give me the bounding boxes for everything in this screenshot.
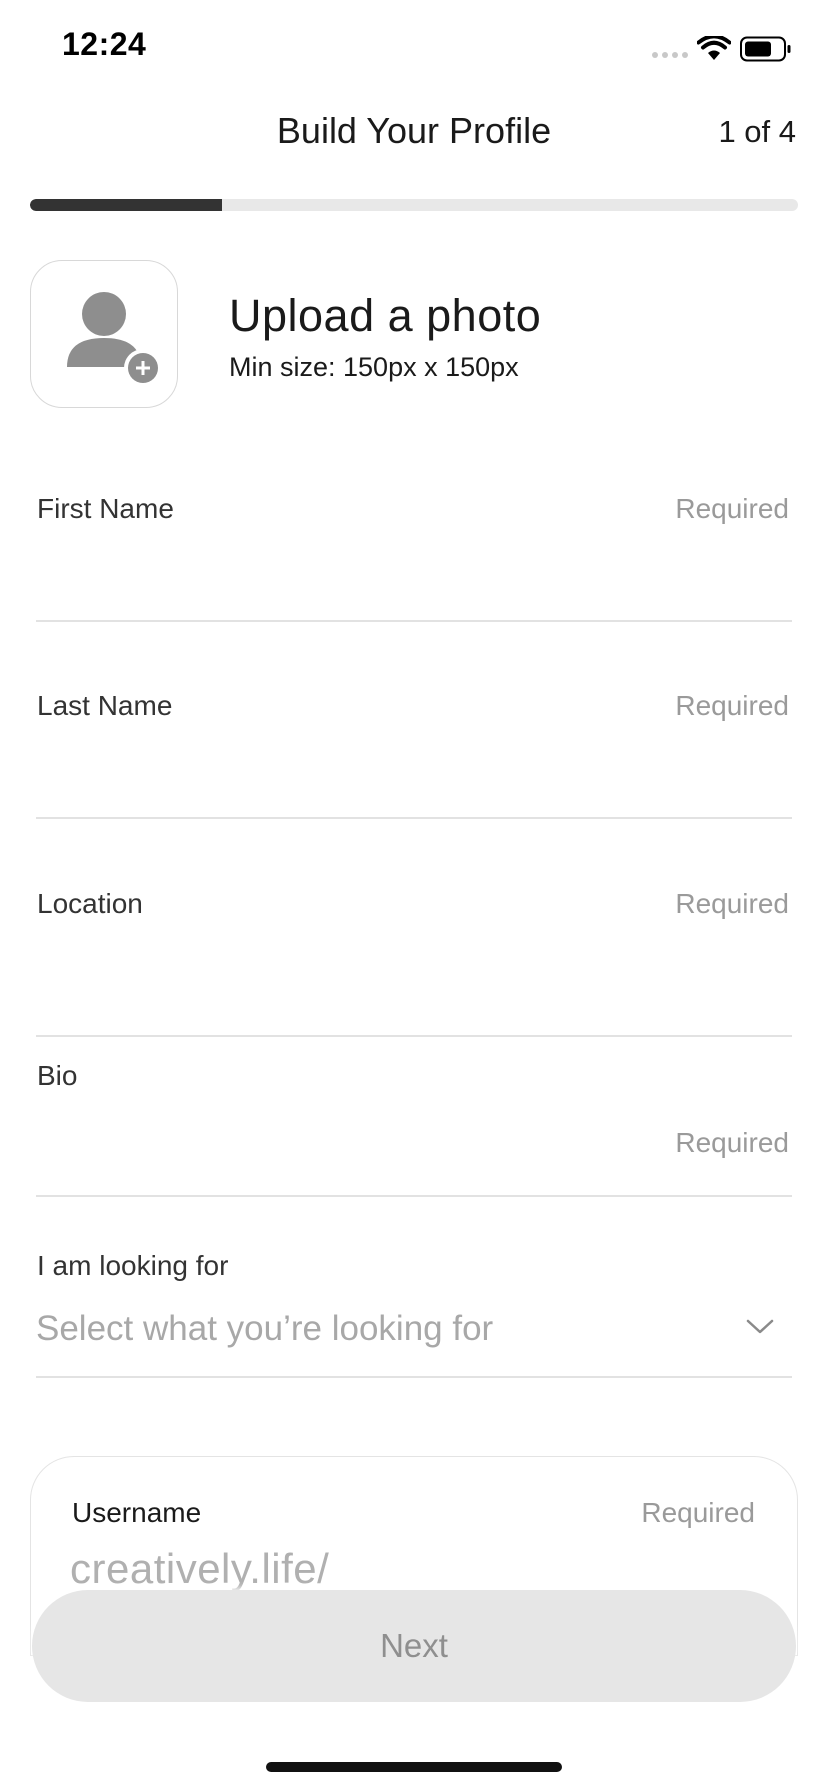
username-input[interactable]: creatively.life/ — [70, 1545, 329, 1593]
add-user-photo-icon — [66, 291, 162, 387]
next-button[interactable]: Next — [32, 1590, 796, 1702]
first-name-required-hint: Required — [675, 493, 789, 524]
progress-bar — [30, 199, 798, 211]
upload-photo-title[interactable]: Upload a photo — [229, 290, 541, 342]
location-input[interactable] — [36, 925, 792, 1035]
status-time: 12:24 — [62, 26, 147, 62]
step-counter: 1 of 4 — [718, 114, 796, 149]
first-name-input[interactable] — [36, 530, 792, 620]
last-name-required-hint: Required — [675, 690, 789, 721]
upload-photo-size-hint: Min size: 150px x 150px — [229, 352, 519, 382]
first-name-divider — [36, 620, 792, 622]
first-name-label: First Name — [37, 493, 174, 524]
location-label: Location — [37, 888, 143, 919]
last-name-input[interactable] — [36, 727, 792, 817]
username-required-hint: Required — [641, 1497, 755, 1528]
bio-label: Bio — [37, 1060, 78, 1091]
last-name-label: Last Name — [37, 690, 173, 721]
location-divider — [36, 1035, 792, 1037]
home-indicator — [266, 1762, 562, 1772]
last-name-divider — [36, 817, 792, 819]
progress-bar-fill — [30, 199, 222, 211]
bio-divider — [36, 1195, 792, 1197]
cellular-signal-icon — [652, 52, 688, 58]
looking-for-label: I am looking for — [37, 1250, 229, 1281]
location-required-hint: Required — [675, 888, 789, 919]
battery-icon — [740, 36, 792, 67]
username-label: Username — [72, 1497, 202, 1528]
looking-for-placeholder: Select what you’re looking for — [36, 1309, 494, 1348]
wifi-icon — [696, 34, 732, 67]
upload-photo-button[interactable] — [30, 260, 178, 408]
bio-required-hint: Required — [675, 1127, 789, 1158]
page-title: Build Your Profile — [276, 110, 552, 151]
looking-for-divider — [36, 1376, 792, 1378]
chevron-down-icon — [746, 1318, 774, 1341]
